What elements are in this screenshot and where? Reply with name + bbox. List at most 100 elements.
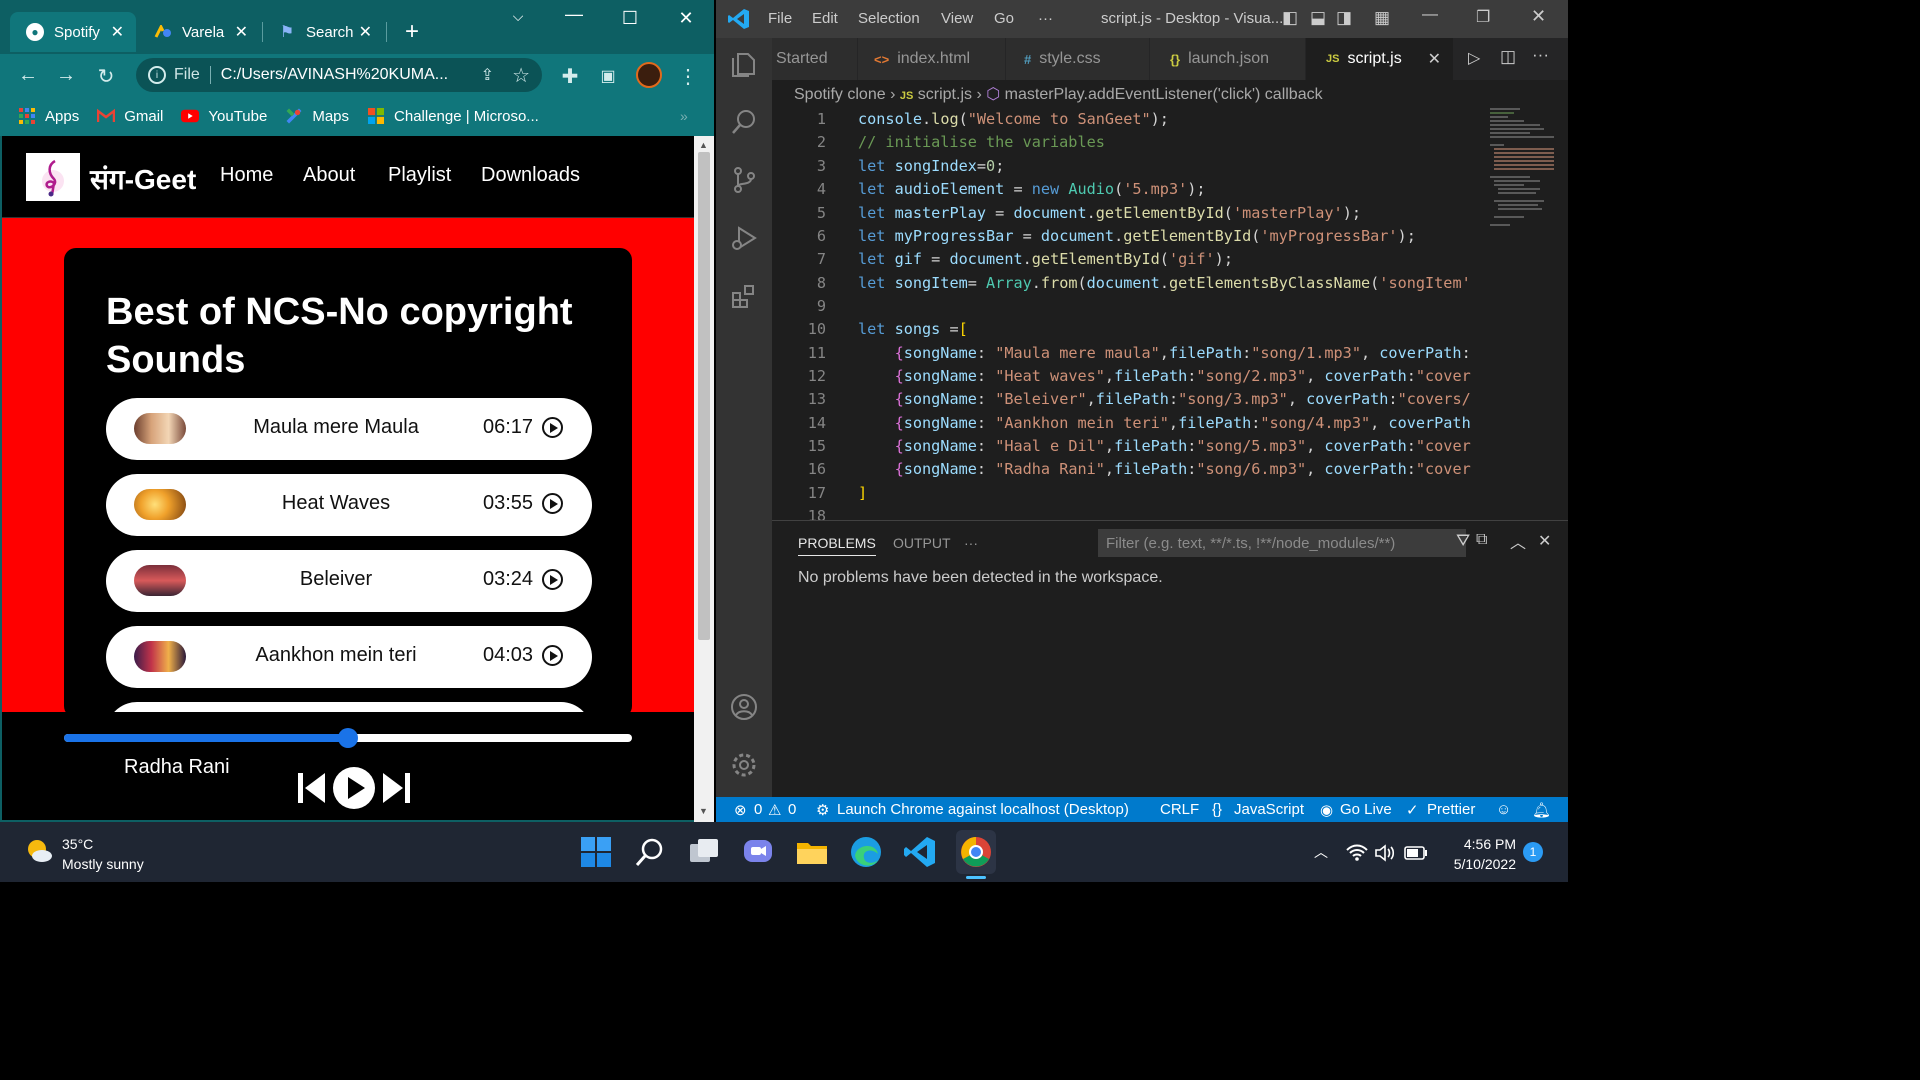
close-panel-icon[interactable]: ✕ (1538, 531, 1551, 551)
system-clock[interactable]: 4:56 PM 5/10/2022 (1444, 834, 1516, 874)
maximize-button[interactable]: ☐ (610, 8, 650, 29)
go-live-button[interactable]: Go Live (1340, 801, 1392, 818)
eol-indicator[interactable]: CRLF (1160, 801, 1199, 818)
tab-spotify[interactable]: ● Spotify ✕ (10, 12, 136, 52)
song-item[interactable]: Beleiver 03:24 (106, 550, 592, 612)
menu-edit[interactable]: Edit (812, 10, 838, 27)
minimap[interactable] (1488, 106, 1560, 232)
vscode-taskbar-icon[interactable] (902, 834, 938, 870)
tab-index-html[interactable]: <> index.html (858, 38, 1006, 80)
scroll-up-icon[interactable]: ▲ (699, 140, 708, 150)
forward-arrow-icon[interactable]: → (54, 64, 78, 87)
search-icon[interactable] (632, 834, 668, 870)
bookmark-gmail[interactable]: Gmail (97, 108, 163, 125)
maximize-panel-icon[interactable]: ︿ (1510, 529, 1526, 553)
bookmark-youtube[interactable]: YouTube (181, 108, 267, 125)
tab-search[interactable]: ⚑ Search ✕ (262, 12, 384, 52)
filter-icon[interactable]: ⛛ (1456, 531, 1470, 551)
close-window-button[interactable]: ✕ (666, 8, 706, 29)
breadcrumb-folder[interactable]: Spotify clone (794, 86, 886, 103)
tab-varela[interactable]: Varela ✕ (138, 12, 260, 52)
bell-icon[interactable]: 🔔︎ (1532, 801, 1551, 819)
explorer-icon[interactable] (730, 50, 758, 78)
minimize-button[interactable]: — (1422, 6, 1438, 24)
code-editor[interactable]: 1 console.log("Welcome to SanGeet"); 2 /… (772, 106, 1488, 520)
error-icon[interactable]: ⊗ (734, 801, 747, 819)
close-icon[interactable]: ✕ (1428, 49, 1441, 69)
task-view-icon[interactable] (686, 834, 722, 870)
source-control-icon[interactable] (730, 166, 758, 194)
minimize-button[interactable]: — (554, 4, 594, 25)
tab-style-css[interactable]: # style.css (1006, 38, 1150, 80)
close-icon[interactable]: ✕ (111, 22, 124, 42)
play-circle-icon[interactable] (542, 645, 563, 666)
accounts-icon[interactable] (730, 693, 758, 721)
teams-chat-icon[interactable] (740, 834, 776, 870)
breadcrumb-symbol[interactable]: masterPlay.addEventListener('click') cal… (1005, 86, 1323, 103)
tab-launch-json[interactable]: {} launch.json (1150, 38, 1306, 80)
chevron-down-icon[interactable]: ⌵ (498, 8, 538, 25)
song-item[interactable]: Aankhon mein teri 04:03 (106, 626, 592, 688)
customize-layout-icon[interactable]: ▦ (1374, 8, 1390, 28)
play-circle-icon[interactable] (542, 569, 563, 590)
new-tab-button[interactable]: + (392, 18, 432, 46)
tab-started[interactable]: Started (772, 38, 858, 80)
layout-panel-icon[interactable]: ⬓ (1310, 8, 1326, 28)
chevron-right-icon[interactable]: » (680, 108, 688, 124)
back-arrow-icon[interactable]: ← (16, 64, 40, 87)
scroll-down-icon[interactable]: ▼ (699, 806, 708, 816)
launch-config[interactable]: Launch Chrome against localhost (Desktop… (837, 801, 1129, 818)
edge-browser-icon[interactable] (848, 834, 884, 870)
play-circle-icon[interactable] (542, 417, 563, 438)
search-icon[interactable] (730, 108, 758, 136)
nav-about[interactable]: About (303, 164, 355, 187)
menu-more[interactable]: ··· (1038, 10, 1053, 27)
close-window-button[interactable]: ✕ (1531, 6, 1546, 27)
tab-output[interactable]: OUTPUT (893, 535, 951, 551)
chevron-up-icon[interactable]: ︿ (1314, 842, 1328, 862)
chrome-taskbar-icon[interactable] (958, 834, 994, 870)
share-icon[interactable]: ⇪ (481, 65, 494, 85)
progress-knob[interactable] (338, 728, 358, 748)
run-debug-icon[interactable] (730, 224, 758, 252)
panel-more-icon[interactable]: ··· (964, 535, 978, 551)
warning-count[interactable]: 0 (788, 801, 796, 818)
breadcrumb-file[interactable]: script.js (918, 86, 972, 103)
windows-start-icon[interactable] (578, 834, 614, 870)
notification-badge[interactable]: 1 (1523, 842, 1543, 862)
split-editor-icon[interactable]: ◫ (1500, 47, 1516, 67)
error-count[interactable]: 0 (754, 801, 762, 818)
run-icon[interactable]: ▷ (1468, 48, 1480, 68)
profile-avatar[interactable] (636, 62, 662, 88)
extensions-icon[interactable] (730, 282, 758, 310)
close-icon[interactable]: ✕ (359, 22, 372, 42)
progress-bar[interactable] (64, 728, 632, 748)
extensions-icon[interactable]: ✚ (558, 64, 582, 89)
play-icon[interactable] (332, 766, 376, 810)
language-mode[interactable]: JavaScript (1234, 801, 1304, 818)
wifi-icon[interactable] (1346, 844, 1368, 862)
feedback-icon[interactable]: ☺ (1496, 801, 1511, 818)
collapse-all-icon[interactable]: ⧉ (1476, 531, 1487, 549)
nav-playlist[interactable]: Playlist (388, 164, 451, 187)
previous-icon[interactable] (298, 773, 326, 803)
side-panel-icon[interactable]: ▣ (596, 66, 620, 86)
problems-filter-input[interactable]: Filter (e.g. text, **/*.ts, !**/node_mod… (1098, 529, 1466, 557)
more-actions-icon[interactable]: ··· (1532, 45, 1549, 65)
song-item[interactable]: Maula mere Maula 06:17 (106, 398, 592, 460)
tab-problems[interactable]: PROBLEMS (798, 535, 876, 556)
layout-secondary-icon[interactable]: ◨ (1336, 8, 1352, 28)
file-explorer-icon[interactable] (794, 834, 830, 870)
close-icon[interactable]: ✕ (235, 22, 248, 42)
menu-selection[interactable]: Selection (858, 10, 920, 27)
next-icon[interactable] (382, 773, 410, 803)
address-bar[interactable]: i File C:/Users/AVINASH%20KUMA... ⇪ ☆ (136, 58, 542, 92)
volume-icon[interactable] (1374, 844, 1396, 862)
song-item[interactable]: Heat Waves 03:55 (106, 474, 592, 536)
nav-downloads[interactable]: Downloads (481, 164, 580, 187)
tab-script-js[interactable]: JS script.js ✕ (1306, 38, 1454, 80)
battery-icon[interactable] (1404, 846, 1428, 860)
nav-home[interactable]: Home (220, 164, 273, 187)
play-circle-icon[interactable] (542, 493, 563, 514)
scroll-thumb[interactable] (698, 152, 710, 640)
